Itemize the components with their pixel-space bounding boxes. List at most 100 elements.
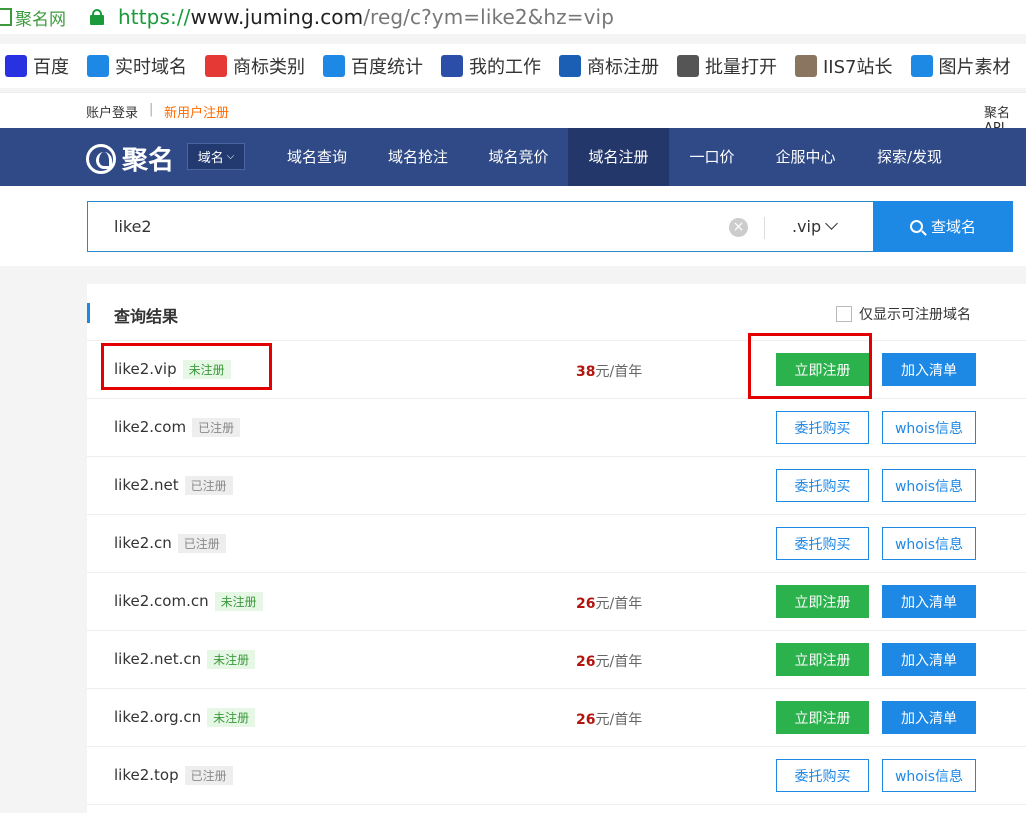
- broker-buy-button[interactable]: 委托购买: [776, 527, 869, 560]
- site-topbar: 账户登录 | 新用户注册 聚名API: [0, 92, 1026, 136]
- bookmark-item[interactable]: 百度统计: [323, 53, 423, 79]
- bookmark-item[interactable]: 百度: [5, 53, 69, 79]
- search-input[interactable]: like2: [114, 217, 152, 236]
- domain-name: like2.com.cn: [114, 592, 209, 610]
- clear-icon[interactable]: ×: [729, 218, 748, 237]
- price: 26元/首年: [576, 709, 642, 729]
- result-row: like2.org.cn 未注册 26元/首年 立即注册 加入清单: [87, 689, 1026, 747]
- domain-cell: like2.top 已注册: [114, 766, 233, 785]
- status-badge: 已注册: [184, 766, 233, 785]
- separator: |: [149, 102, 154, 117]
- domain-name: like2.net.cn: [114, 650, 202, 668]
- site-tab[interactable]: 聚名网: [0, 5, 82, 30]
- bookmark-label: 我的工作: [469, 57, 541, 78]
- stats-logo-icon: [323, 55, 345, 77]
- search-area: like2 × .vip 查域名: [0, 186, 1026, 266]
- broker-buy-button[interactable]: 委托购买: [776, 759, 869, 792]
- register-now-button[interactable]: 立即注册: [776, 643, 869, 676]
- status-badge: 已注册: [192, 418, 241, 437]
- baidu-paw-icon: [5, 55, 27, 77]
- price-unit: 元/首年: [595, 364, 643, 380]
- bookmark-item[interactable]: 商标类别: [205, 53, 305, 79]
- search-button[interactable]: 查域名: [873, 201, 1013, 252]
- whois-button[interactable]: whois信息: [882, 411, 976, 444]
- price-value: 26: [576, 596, 596, 612]
- bookmark-label: 百度统计: [351, 57, 423, 78]
- whois-button[interactable]: whois信息: [882, 469, 976, 502]
- bookmark-item[interactable]: 批量打开: [677, 53, 777, 79]
- nav-item[interactable]: 企服中心: [755, 128, 856, 186]
- nav-item[interactable]: 一口价: [669, 128, 755, 186]
- add-to-list-button[interactable]: 加入清单: [882, 353, 976, 386]
- ph-logo-icon: [910, 55, 933, 77]
- bookmark-item[interactable]: 我的工作: [441, 53, 541, 79]
- bookmark-item[interactable]: IIS7站长: [795, 53, 893, 79]
- logo-mark-icon: [86, 143, 116, 174]
- bookmark-label: 图片素材: [938, 57, 1011, 78]
- domain-cell: like2.net 已注册: [114, 476, 233, 495]
- status-badge: 未注册: [207, 708, 256, 727]
- status-badge: 已注册: [177, 534, 226, 553]
- result-row: like2.net 已注册 委托购买 whois信息: [87, 457, 1026, 515]
- price: 26元/首年: [576, 651, 642, 671]
- bookmark-item[interactable]: 实时域名: [87, 53, 187, 79]
- url-path: /reg/c?ym=like2&hz=vip: [363, 5, 614, 29]
- price-value: 26: [576, 654, 596, 670]
- site-logo[interactable]: 聚名: [86, 140, 174, 177]
- register-link[interactable]: 新用户注册: [164, 102, 229, 121]
- available-only-label[interactable]: 仅显示可注册域名: [859, 304, 971, 324]
- results-header: 查询结果 仅显示可注册域名: [87, 284, 1026, 341]
- domain-cell: like2.cn 已注册: [114, 534, 226, 553]
- price-value: 38: [576, 364, 596, 380]
- nav-item[interactable]: 域名查询: [268, 128, 366, 186]
- nav-item[interactable]: 探索/发现: [856, 128, 963, 186]
- result-row: like2.cn 已注册 委托购买 whois信息: [87, 515, 1026, 573]
- highlight-box-domain: [101, 343, 272, 390]
- chevron-down-icon: ⌵: [226, 151, 235, 162]
- available-only-checkbox[interactable]: [836, 306, 852, 322]
- add-to-list-button[interactable]: 加入清单: [882, 701, 976, 734]
- chevron-down-icon[interactable]: [825, 217, 838, 230]
- domain-cell: like2.org.cn 未注册: [114, 708, 256, 727]
- bookmarks-bar: 百度 实时域名 商标类别 百度统计 我的工作 商标注册 批量打开 IIS7站长 图片素材: [0, 44, 1026, 88]
- domain-search-box[interactable]: like2 × .vip: [87, 201, 874, 252]
- results-title: 查询结果: [114, 307, 179, 326]
- url-host: www.juming.com: [190, 5, 364, 29]
- shield-logo-icon: [559, 55, 581, 77]
- price: 26元/首年: [576, 593, 642, 613]
- result-row: like2.com.cn 未注册 26元/首年 立即注册 加入清单: [87, 573, 1026, 631]
- husky-icon: [795, 55, 817, 77]
- bookmark-label: IIS7站长: [823, 57, 893, 78]
- price: 38元/首年: [576, 361, 642, 381]
- bookmark-label: 商标类别: [233, 57, 305, 78]
- broker-buy-button[interactable]: 委托购买: [776, 411, 869, 444]
- price-unit: 元/首年: [595, 654, 643, 670]
- bookmark-item[interactable]: 商标注册: [559, 53, 659, 79]
- broker-buy-button[interactable]: 委托购买: [776, 469, 869, 502]
- bookmark-label: 批量打开: [705, 57, 777, 78]
- register-now-button[interactable]: 立即注册: [776, 585, 869, 618]
- whois-button[interactable]: whois信息: [882, 527, 976, 560]
- nav-item[interactable]: 域名抢注: [368, 128, 468, 186]
- page-icon: [0, 8, 12, 26]
- site-label: 聚名网: [15, 9, 66, 30]
- result-row: like2.com 已注册 委托购买 whois信息: [87, 399, 1026, 457]
- domain-cell: like2.com.cn 未注册: [114, 592, 263, 611]
- nav-item[interactable]: 域名注册: [568, 128, 669, 186]
- url-text[interactable]: https://www.juming.com/reg/c?ym=like2&hz…: [118, 5, 614, 29]
- divider: [764, 217, 765, 239]
- accent-bar: [87, 303, 90, 323]
- extension-select[interactable]: .vip: [792, 217, 821, 236]
- add-to-list-button[interactable]: 加入清单: [882, 643, 976, 676]
- circle-logo-icon: [87, 55, 109, 77]
- nav-item[interactable]: 域名竞价: [468, 128, 569, 186]
- whois-button[interactable]: whois信息: [882, 759, 976, 792]
- lock-icon: [90, 9, 104, 25]
- add-to-list-button[interactable]: 加入清单: [882, 585, 976, 618]
- login-link[interactable]: 账户登录: [86, 102, 138, 121]
- register-now-button[interactable]: 立即注册: [776, 701, 869, 734]
- browser-address-bar[interactable]: 聚名网 https://www.juming.com/reg/c?ym=like…: [0, 0, 1026, 34]
- domain-name: like2.com: [114, 418, 187, 436]
- bookmark-item[interactable]: 图片素材: [910, 53, 1011, 79]
- category-dropdown[interactable]: 域名 ⌵: [187, 143, 245, 170]
